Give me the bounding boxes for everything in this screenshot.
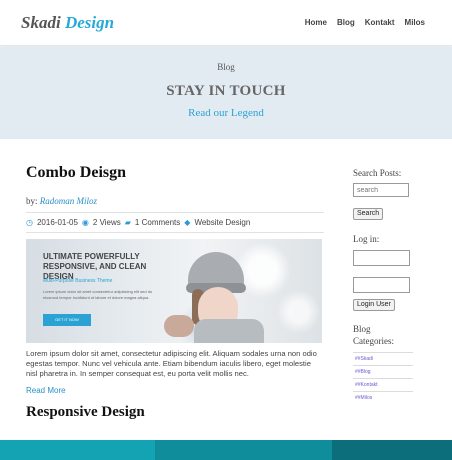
hero-tagline: Multi-Purpose Business Theme (43, 278, 113, 284)
post-excerpt: Lorem ipsum dolor sit amet, consectetur … (26, 349, 317, 378)
categories-heading: Blog Categories: (353, 324, 394, 346)
divider (26, 212, 324, 213)
category-item[interactable]: ##Milos (353, 391, 413, 404)
post-title[interactable]: Responsive Design (26, 404, 324, 421)
footer-bar-segment (0, 440, 155, 460)
tag-icon: ◆ (184, 218, 191, 227)
category-item[interactable]: ##Kontakt (353, 378, 413, 391)
banner-subtitle[interactable]: Read our Legend (0, 107, 452, 119)
footer-bar-segment (155, 440, 332, 460)
main-nav: Home Blog Kontakt Milos (305, 18, 425, 27)
divider (26, 232, 324, 233)
blog-main: Combo Deisgn by: Radoman Miloz ◷ 2016-01… (26, 164, 324, 421)
password-field[interactable] (353, 277, 410, 293)
category-item[interactable]: ##Blog (353, 365, 413, 378)
hero-photo-scarf (194, 319, 264, 343)
page-title: STAY IN TOUCH (166, 83, 286, 99)
post-category[interactable]: Website Design (194, 218, 250, 227)
nav-blog[interactable]: Blog (337, 18, 355, 27)
post-author[interactable]: Radoman Miloz (40, 196, 97, 206)
nav-kontakt[interactable]: Kontakt (365, 18, 395, 27)
logo-part-2: Design (64, 13, 115, 32)
login-heading: Log in: (353, 234, 380, 244)
site-header: Skadi Design Home Blog Kontakt Milos (0, 0, 452, 46)
search-button[interactable]: Search (353, 208, 384, 220)
nav-home[interactable]: Home (305, 18, 327, 27)
footer-bar-segment (332, 440, 452, 460)
post-featured-image[interactable]: ULTIMATE POWERFULLY RESPONSIVE, AND CLEA… (26, 239, 322, 343)
post-comments[interactable]: 1 Comments (135, 218, 180, 227)
post-date: 2016-01-05 (36, 218, 78, 227)
nav-milos[interactable]: Milos (405, 18, 425, 27)
footer-bar (0, 440, 452, 460)
login-button[interactable]: Login User (353, 299, 395, 311)
site-logo[interactable]: Skadi Design (21, 13, 114, 33)
sidebar: Search Posts: Search Log in: Login User … (353, 168, 413, 404)
search-input[interactable] (353, 183, 409, 197)
post-title[interactable]: Combo Deisgn (26, 164, 324, 182)
comments-icon: ▰ (124, 218, 131, 227)
by-label: by: (26, 196, 38, 206)
breadcrumb: Blog (217, 62, 235, 72)
read-more-link[interactable]: Read More (26, 386, 66, 395)
category-item[interactable]: ##Skadi (353, 352, 413, 365)
post-byline: by: Radoman Miloz (26, 196, 324, 206)
post-meta: ◷ 2016-01-05 ◉ 2 Views ▰ 1 Comments ◆ We… (26, 218, 324, 227)
username-field[interactable] (353, 250, 410, 266)
clock-icon: ◷ (26, 218, 33, 227)
category-list: ##Skadi ##Blog ##Kontakt ##Milos (353, 352, 413, 404)
hero-photo-mitten (164, 315, 194, 337)
logo-part-1: Skadi (21, 13, 61, 32)
hero-body-text: Lorem ipsum dolor sit amet consectetur a… (43, 289, 153, 300)
eye-icon: ◉ (81, 218, 89, 227)
hero-cta-button: GET IT NOW (43, 314, 91, 326)
search-heading: Search Posts: (353, 168, 402, 178)
post-views: 2 Views (92, 218, 121, 227)
page-banner: Blog STAY IN TOUCH Read our Legend (0, 47, 452, 139)
